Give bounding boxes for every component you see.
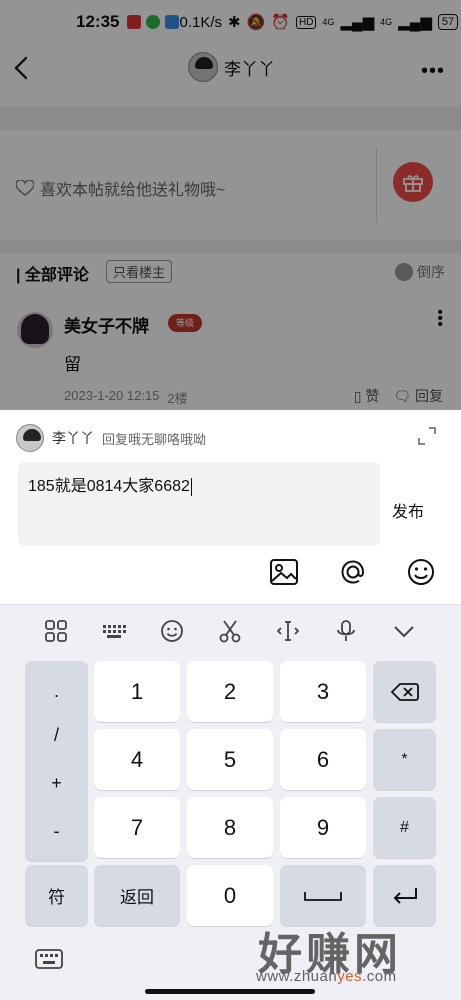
reply-sheet: 李丫丫 回复哦无聊咯哦呦 185就是0814大家6682 发布 [0, 410, 461, 604]
publish-button[interactable]: 发布 [392, 498, 424, 522]
site-watermark: 好赚网 www.zhuanyes.com [252, 918, 452, 998]
keyboard-toolbar [0, 605, 461, 655]
reply-text-input[interactable]: 185就是0814大家6682 [18, 462, 380, 546]
modal-overlay[interactable] [0, 0, 461, 410]
cursor-move-icon[interactable] [275, 618, 301, 644]
symbol-key-slash[interactable]: / [25, 725, 88, 746]
space-key[interactable] [280, 865, 366, 926]
key-7[interactable]: 7 [94, 797, 180, 858]
reply-input-value: 185就是0814大家6682 [28, 478, 190, 495]
backspace-icon [390, 682, 419, 701]
key-1[interactable]: 1 [94, 661, 180, 722]
post-page-background: 12:35 0.1K/s ✱ 🔕 ⏰ HD 4G ▂▄▆ 4G ▂▄▆ 57 李… [0, 0, 461, 410]
key-hash[interactable]: # [373, 797, 436, 858]
key-8[interactable]: 8 [187, 797, 273, 858]
keyboard-switch-icon[interactable] [101, 618, 127, 644]
reply-header: 李丫丫 回复哦无聊咯哦呦 [16, 424, 206, 452]
key-3[interactable]: 3 [280, 661, 366, 722]
symbol-column[interactable]: . / + - [25, 661, 88, 861]
backspace-key[interactable] [373, 661, 436, 722]
return-to-letters-key[interactable]: 返回 [94, 865, 180, 926]
reply-toolbar [0, 556, 461, 592]
keyboard-emoji-icon[interactable] [159, 618, 185, 644]
expand-icon[interactable] [417, 426, 437, 446]
watermark-url: www.zhuanyes.com [256, 968, 397, 985]
key-2[interactable]: 2 [187, 661, 273, 722]
key-5[interactable]: 5 [187, 729, 273, 790]
key-star[interactable]: * [373, 729, 436, 790]
enter-icon [393, 887, 417, 904]
emoji-icon[interactable] [405, 556, 437, 588]
microphone-icon[interactable] [333, 618, 359, 644]
symbols-key[interactable]: 符 [25, 865, 88, 926]
reply-avatar [16, 424, 44, 452]
symbol-key-dot[interactable]: . [25, 681, 88, 702]
enter-key[interactable] [373, 865, 436, 926]
keyboard-hide-icon[interactable] [34, 947, 64, 973]
chevron-down-icon[interactable] [391, 618, 417, 644]
space-icon [304, 891, 342, 901]
image-icon[interactable] [268, 556, 300, 588]
key-9[interactable]: 9 [280, 797, 366, 858]
text-caret [190, 477, 193, 496]
reply-user-name: 李丫丫 [52, 430, 94, 446]
symbol-key-minus[interactable]: - [25, 821, 88, 842]
key-4[interactable]: 4 [94, 729, 180, 790]
mention-icon[interactable] [337, 556, 369, 588]
key-6[interactable]: 6 [280, 729, 366, 790]
symbol-key-plus[interactable]: + [25, 773, 88, 794]
key-0[interactable]: 0 [187, 865, 273, 926]
scissors-icon[interactable] [217, 618, 243, 644]
apps-grid-icon[interactable] [43, 618, 69, 644]
reply-target-hint: 回复哦无聊咯哦呦 [102, 431, 207, 447]
